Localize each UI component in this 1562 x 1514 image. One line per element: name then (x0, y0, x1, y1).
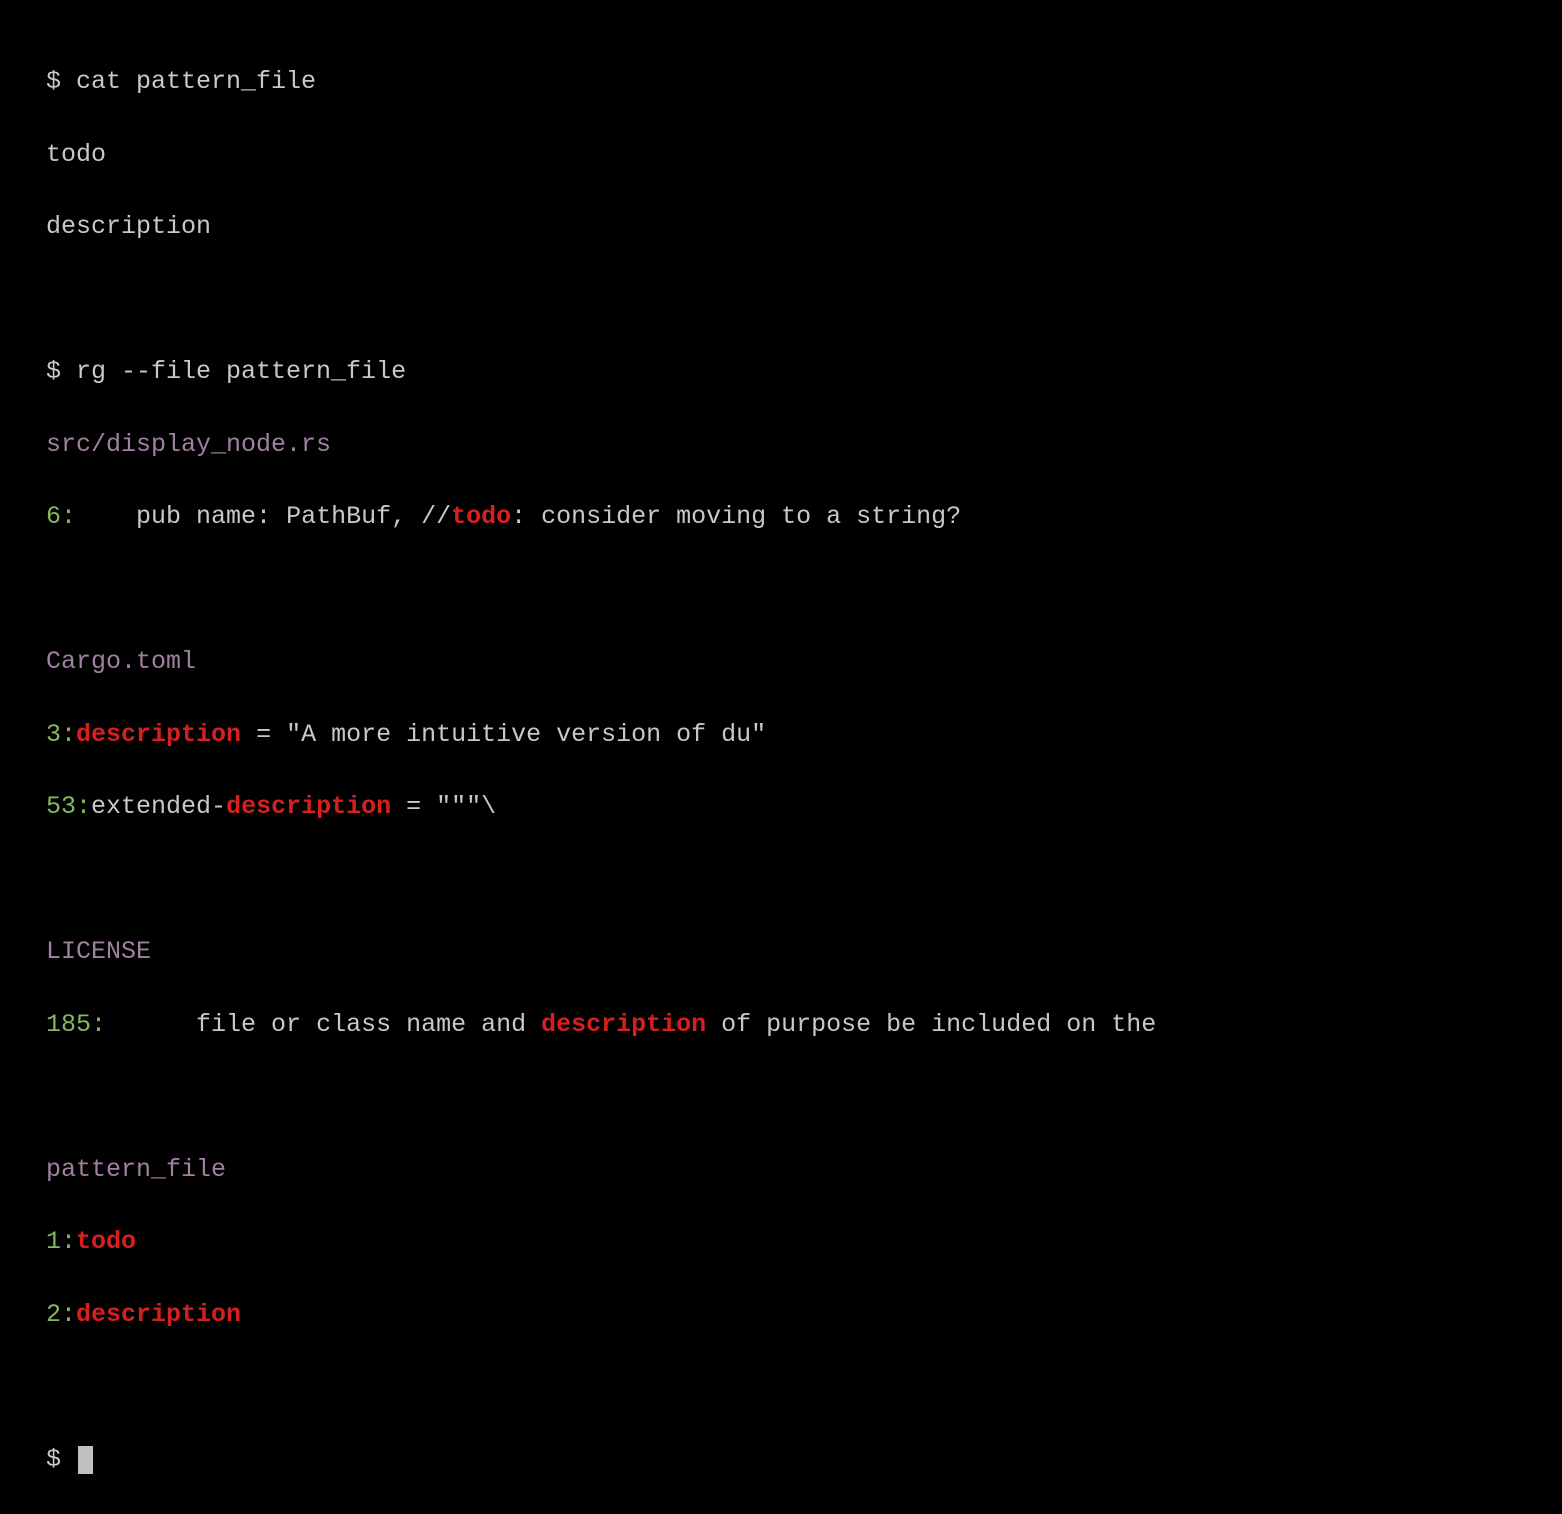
blank-line (46, 1079, 1516, 1115)
match-line: 2:description (46, 1297, 1516, 1333)
colon: : (61, 1227, 76, 1256)
match-highlight: description (76, 1300, 241, 1329)
match-post: = "A more intuitive version of du" (241, 720, 766, 749)
blank-line (46, 572, 1516, 608)
match-line: 3:description = "A more intuitive versio… (46, 717, 1516, 753)
match-highlight: description (226, 792, 391, 821)
line-number: 53 (46, 792, 76, 821)
match-pre: pub name: PathBuf, // (76, 502, 451, 531)
match-highlight: description (541, 1010, 706, 1039)
line-number: 3 (46, 720, 61, 749)
blank-line (46, 1369, 1516, 1405)
cursor-icon (78, 1446, 93, 1474)
cat-output-line1: todo (46, 137, 1516, 173)
prompt-line-active[interactable]: $ (46, 1442, 1516, 1478)
match-line: 53:extended-description = """\ (46, 789, 1516, 825)
command-rg: rg --file pattern_file (76, 357, 406, 386)
match-post: = """\ (391, 792, 496, 821)
command-cat: cat pattern_file (76, 67, 316, 96)
match-pre: file or class name and (106, 1010, 541, 1039)
match-pre: extended- (91, 792, 226, 821)
match-highlight: description (76, 720, 241, 749)
match-line: 6: pub name: PathBuf, //todo: consider m… (46, 499, 1516, 535)
prompt: $ (46, 67, 76, 96)
colon: : (91, 1010, 106, 1039)
line-number: 6 (46, 502, 61, 531)
prompt: $ (46, 357, 76, 386)
match-highlight: todo (451, 502, 511, 531)
match-post: : consider moving to a string? (511, 502, 961, 531)
filepath-3: LICENSE (46, 934, 1516, 970)
command-line-cat: $ cat pattern_file (46, 64, 1516, 100)
match-line: 1:todo (46, 1224, 1516, 1260)
match-line: 185: file or class name and description … (46, 1007, 1516, 1043)
cat-output-line2: description (46, 209, 1516, 245)
line-number: 1 (46, 1227, 61, 1256)
match-post: of purpose be included on the (706, 1010, 1156, 1039)
colon: : (61, 720, 76, 749)
prompt: $ (46, 1445, 76, 1474)
line-number: 185 (46, 1010, 91, 1039)
colon: : (76, 792, 91, 821)
match-highlight: todo (76, 1227, 136, 1256)
blank-line (46, 282, 1516, 318)
filepath-2: Cargo.toml (46, 644, 1516, 680)
filepath-1: src/display_node.rs (46, 427, 1516, 463)
terminal-output[interactable]: $ cat pattern_file todo description $ rg… (46, 28, 1516, 1514)
filepath-4: pattern_file (46, 1152, 1516, 1188)
command-line-rg: $ rg --file pattern_file (46, 354, 1516, 390)
colon: : (61, 502, 76, 531)
blank-line (46, 862, 1516, 898)
line-number: 2 (46, 1300, 61, 1329)
colon: : (61, 1300, 76, 1329)
